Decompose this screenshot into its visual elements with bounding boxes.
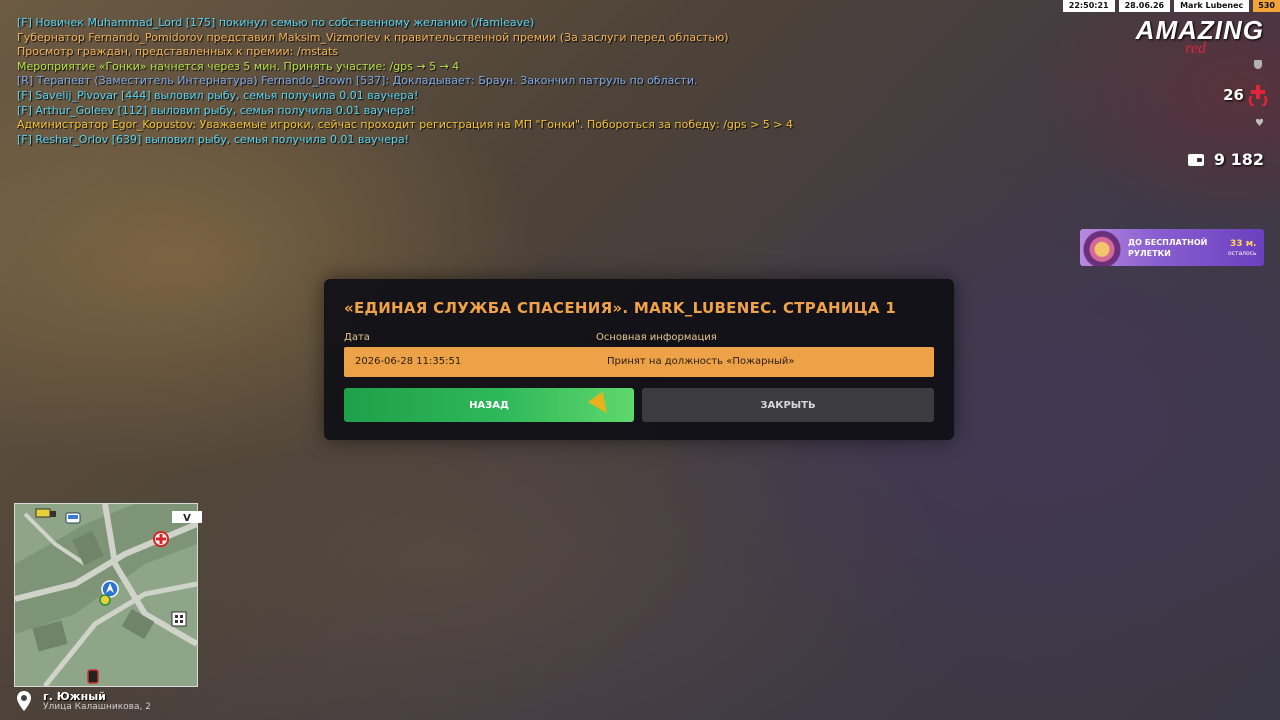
hunger-icon: ♥ (1255, 118, 1264, 129)
table-row[interactable]: 2026-06-28 11:35:51 Принят на должность … (344, 347, 934, 377)
compass-north-icon: V (172, 511, 202, 524)
money-value: 9 182 (1213, 150, 1264, 169)
location-street: Улица Калашникова, 2 (43, 702, 151, 712)
chat-line: Просмотр граждан, представленных к преми… (17, 45, 339, 59)
chat-line: [R] Терапевт (Заместитель Интернатура) F… (17, 74, 698, 88)
chat-line: [F] Reshar_Orlov [639] выловил рыбу, сем… (17, 132, 410, 146)
building-icon (171, 611, 187, 627)
server-logo: AMAZING red (1112, 16, 1264, 57)
column-header-info: Основная информация (596, 332, 717, 343)
chat-line: [F] Savelij_Pivovar [444] выловил рыбу, … (17, 88, 419, 102)
location-pin-icon (17, 691, 31, 711)
top-status-bar: 22:50:21 28.06.26 Mark Lubenec 530 (1059, 0, 1280, 12)
armor-icon (1254, 60, 1262, 69)
chat-line: Губернатор Fernando_Pomidorov представил… (17, 30, 729, 44)
chat-line: Мероприятие «Гонки» начнется через 5 мин… (17, 59, 460, 73)
player-id: 530 (1253, 0, 1280, 12)
roulette-time: 33 м. (1230, 238, 1257, 249)
chat-line: [F] Новичек Muhammad_Lord [175] покинул … (17, 16, 535, 29)
chat-line: Администратор Egor_Kopustov: Уважаемые и… (17, 118, 794, 132)
roulette-timer: 33 м. осталось (1228, 239, 1256, 257)
player-name: Mark Lubenec (1174, 0, 1250, 12)
chat-line: [F] Arthur_Goleev [112] выловил рыбу, се… (17, 103, 415, 117)
clock-time: 22:50:21 (1062, 0, 1115, 12)
roulette-wheel-icon (1080, 229, 1124, 266)
money-display: 9 182 (1187, 150, 1264, 169)
clock-date: 28.06.26 (1118, 0, 1171, 12)
dialog-title: «ЕДИНАЯ СЛУЖБА СПАСЕНИЯ». MARK_LUBENEC. … (344, 299, 897, 317)
minimap[interactable] (14, 503, 198, 687)
free-roulette-banner[interactable]: ДО БЕСПЛАТНОЙ РУЛЕТКИ 33 м. осталось (1080, 229, 1264, 266)
quest-marker-icon (99, 594, 111, 606)
roulette-label: ДО БЕСПЛАТНОЙ РУЛЕТКИ (1128, 237, 1208, 258)
employment-history-dialog: «ЕДИНАЯ СЛУЖБА СПАСЕНИЯ». MARK_LUBENEC. … (324, 279, 954, 440)
truck-icon (35, 508, 56, 518)
gas-station-icon (87, 669, 99, 684)
chat-log: [F] Новичек Muhammad_Lord [175] покинул … (17, 16, 877, 147)
svg-text:V: V (183, 513, 191, 524)
health-value: 26 (1223, 86, 1244, 104)
row-info: Принят на должность «Пожарный» (607, 356, 795, 367)
roulette-left-label: осталось (1228, 249, 1257, 257)
bus-icon (65, 512, 81, 524)
close-button[interactable]: ЗАКРЫТЬ (642, 388, 934, 422)
row-date: 2026-06-28 11:35:51 (355, 356, 462, 367)
health-cross-icon (1248, 85, 1268, 106)
logo-sub-text: red (1185, 40, 1206, 57)
hospital-icon (153, 531, 169, 547)
wallet-icon (1187, 153, 1204, 166)
column-header-date: Дата (344, 332, 370, 343)
